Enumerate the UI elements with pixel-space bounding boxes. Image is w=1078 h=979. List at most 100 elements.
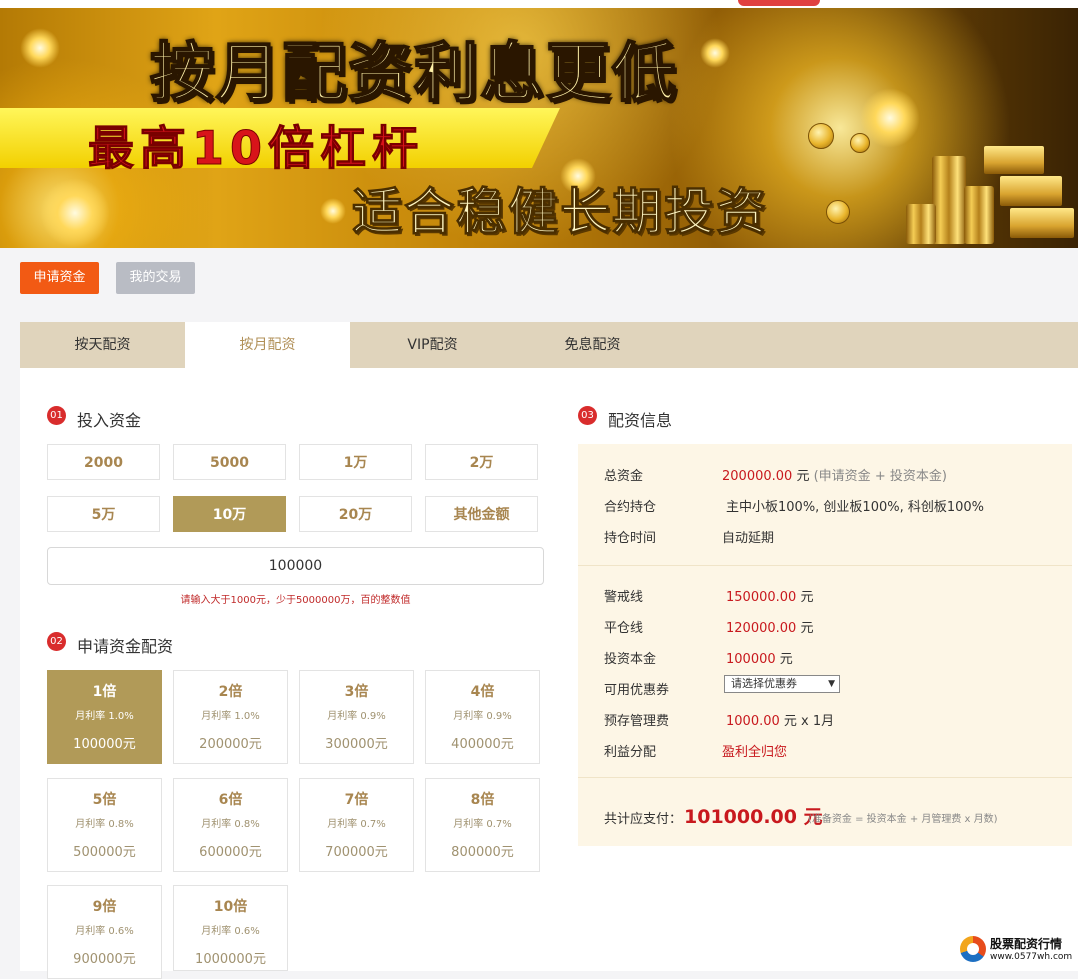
leverage-multiple: 1倍 (92, 684, 117, 700)
amount-option[interactable]: 2万 (425, 444, 538, 480)
gold-bar-icon (984, 146, 1044, 174)
total-funds-unit: 元 (796, 469, 810, 484)
holding-value: 主中小板100%, 创业板100%, 科创板100% (726, 500, 985, 515)
holding-period-label: 持仓时间 (604, 531, 657, 546)
monthly-rate: 月利率 0.6% (75, 926, 134, 937)
management-fee-unit: 元 x 1月 (783, 714, 835, 729)
warning-line-value: 150000.00 (726, 590, 797, 605)
amount-option[interactable]: 2000 (47, 444, 160, 480)
total-payment-note: (准备资金 = 投资本金 + 月管理费 x 月数) (808, 814, 998, 825)
coin-stack-icon (964, 186, 994, 244)
banner-headline-1: 按月配资利息更低 (149, 36, 678, 112)
close-line-value: 120000.00 (726, 621, 797, 636)
divider (578, 565, 1072, 566)
tab-vip[interactable]: VIP配资 (350, 322, 515, 368)
principal-label: 投资本金 (604, 652, 657, 667)
leverage-total: 300000元 (325, 737, 388, 752)
site-watermark: 股票配资行情 www.0577wh.com (958, 932, 1076, 968)
leverage-option[interactable]: 4倍 月利率 0.9% 400000元 (425, 670, 540, 764)
principal-value: 100000 (726, 652, 776, 667)
leverage-total: 800000元 (451, 845, 514, 860)
holding-period-value: 自动延期 (722, 531, 775, 546)
total-payment-value: 101000.00 元 (684, 806, 823, 828)
monthly-rate: 月利率 0.9% (327, 711, 386, 722)
leverage-total: 600000元 (199, 845, 262, 860)
total-funds-value: 200000.00 (722, 469, 793, 484)
leverage-option[interactable]: 6倍 月利率 0.8% 600000元 (173, 778, 288, 872)
total-payment-label: 共计应支付： (604, 812, 683, 827)
profit-distribution-label: 利益分配 (604, 745, 657, 760)
divider (578, 777, 1072, 778)
monthly-rate: 月利率 1.0% (75, 711, 134, 722)
browser-top-strip (0, 0, 1078, 8)
monthly-rate: 月利率 0.9% (453, 711, 512, 722)
warning-line-unit: 元 (800, 590, 814, 605)
leverage-option[interactable]: 7倍 月利率 0.7% 700000元 (299, 778, 414, 872)
principal-unit: 元 (779, 652, 793, 667)
close-line-row: 120000.00 元 (726, 617, 813, 636)
leverage-total: 700000元 (325, 845, 388, 860)
leverage-option-selected[interactable]: 1倍 月利率 1.0% 100000元 (47, 670, 162, 764)
section-number-badge: 02 (47, 632, 66, 651)
amount-input[interactable] (47, 547, 544, 585)
leverage-total: 100000元 (73, 737, 136, 752)
amount-option[interactable]: 20万 (299, 496, 412, 532)
promo-banner: 按月配资利息更低 最高10倍杠杆 适合稳健长期投资 (0, 8, 1078, 248)
leverage-option[interactable]: 8倍 月利率 0.7% 800000元 (425, 778, 540, 872)
tab-interest-free[interactable]: 免息配资 (510, 322, 675, 368)
watermark-title: 股票配资行情 (990, 937, 1063, 951)
total-funds-row: 200000.00 元 (申请资金 + 投资本金) (722, 465, 947, 484)
leverage-total: 900000元 (73, 952, 136, 967)
leverage-multiple: 10倍 (213, 899, 248, 915)
leverage-multiple: 2倍 (218, 684, 243, 700)
leverage-multiple: 8倍 (470, 792, 495, 808)
warning-line-row: 150000.00 元 (726, 586, 813, 605)
leverage-total: 500000元 (73, 845, 136, 860)
coin-icon (850, 133, 870, 153)
leverage-option[interactable]: 9倍 月利率 0.6% 900000元 (47, 885, 162, 979)
section-title-invest: 投入资金 (77, 411, 142, 430)
leverage-multiple: 5倍 (92, 792, 117, 808)
tab-monthly[interactable]: 按月配资 (185, 322, 350, 368)
amount-option[interactable]: 1万 (299, 444, 412, 480)
coin-stack-icon (906, 204, 936, 244)
section-number-badge: 01 (47, 406, 66, 425)
coupon-select-value: 请选择优惠券 (731, 677, 797, 690)
banner-headline-2: 最高10倍杠杆 (87, 121, 425, 176)
amount-hint: 请输入大于1000元，少于5000000万，百的整数值 (180, 595, 411, 606)
management-fee-value: 1000.00 (726, 714, 780, 729)
sparkle (320, 198, 346, 224)
leverage-option[interactable]: 5倍 月利率 0.8% 500000元 (47, 778, 162, 872)
tab-daily[interactable]: 按天配资 (20, 322, 185, 368)
holding-label: 合约持仓 (604, 500, 657, 515)
funding-type-tabs: 按天配资 按月配资 VIP配资 免息配资 (20, 322, 1078, 368)
leverage-multiple: 6倍 (218, 792, 243, 808)
amount-option-selected[interactable]: 10万 (173, 496, 286, 532)
leverage-option[interactable]: 10倍 月利率 0.6% 1000000元 (173, 885, 288, 971)
leverage-option[interactable]: 2倍 月利率 1.0% 200000元 (173, 670, 288, 764)
apply-funds-button[interactable]: 申请资金 (20, 262, 99, 294)
close-line-unit: 元 (800, 621, 814, 636)
monthly-rate: 月利率 0.6% (201, 926, 260, 937)
my-trades-button[interactable]: 我的交易 (116, 262, 195, 294)
sparkle (40, 178, 110, 248)
monthly-rate: 月利率 0.8% (75, 819, 134, 830)
section-title-info: 配资信息 (608, 411, 673, 430)
amount-option[interactable]: 5万 (47, 496, 160, 532)
total-funds-note: (申请资金 + 投资本金) (813, 469, 947, 484)
sparkle (700, 38, 730, 68)
leverage-total: 200000元 (199, 737, 262, 752)
coupon-label: 可用优惠券 (604, 683, 670, 698)
profit-distribution-value: 盈利全归您 (722, 745, 788, 760)
monthly-rate: 月利率 0.7% (453, 819, 512, 830)
leverage-multiple: 4倍 (470, 684, 495, 700)
leverage-option[interactable]: 3倍 月利率 0.9% 300000元 (299, 670, 414, 764)
leverage-total: 400000元 (451, 737, 514, 752)
management-fee-row: 1000.00 元 x 1月 (726, 710, 834, 729)
coupon-select[interactable]: 请选择优惠券 ▼ (724, 675, 840, 693)
monthly-rate: 月利率 0.7% (327, 819, 386, 830)
leverage-multiple: 7倍 (344, 792, 369, 808)
site-logo-icon (960, 936, 986, 962)
amount-option[interactable]: 5000 (173, 444, 286, 480)
amount-option-other[interactable]: 其他金额 (425, 496, 538, 532)
